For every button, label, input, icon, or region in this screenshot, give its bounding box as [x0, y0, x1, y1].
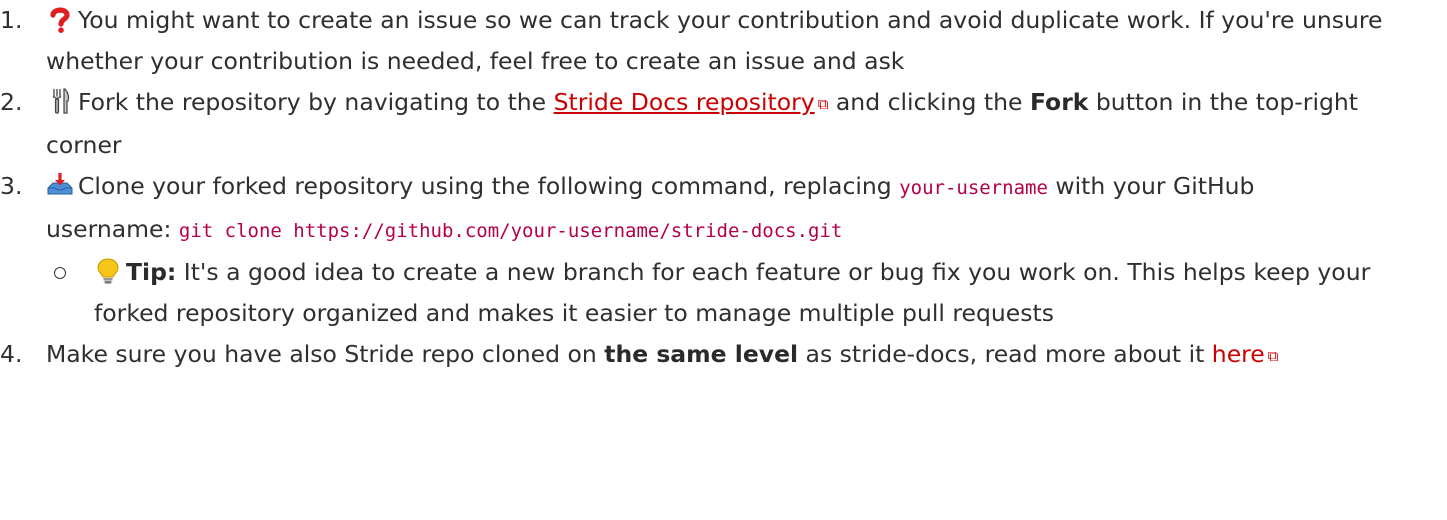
- tip-text: It's a good idea to create a new branch …: [94, 258, 1371, 327]
- item-number: 4.: [0, 340, 23, 368]
- tip-label: Tip:: [126, 258, 177, 286]
- sub-list: Tip: It's a good idea to create a new br…: [46, 252, 1386, 334]
- question-mark-icon: [50, 7, 70, 33]
- lightbulb-icon: [97, 258, 119, 284]
- item-text-before: Clone your forked repository using the f…: [78, 172, 900, 200]
- item-text-after: as stride-docs, read more about it: [798, 340, 1212, 368]
- item-text: You might want to create an issue so we …: [46, 6, 1383, 75]
- stride-docs-repository-link[interactable]: Stride Docs repository: [554, 88, 815, 116]
- bold-fork: Fork: [1029, 88, 1089, 116]
- inbox-tray-icon: [47, 173, 73, 195]
- here-link[interactable]: here: [1212, 340, 1265, 368]
- item-number: 2.: [0, 88, 23, 116]
- tip-item: Tip: It's a good idea to create a new br…: [46, 252, 1386, 334]
- item-number: 1.: [0, 6, 23, 34]
- list-item: 4. Make sure you have also Stride repo c…: [0, 334, 1386, 377]
- item-text-middle: and clicking the: [828, 88, 1030, 116]
- code-git-clone-command: git clone https://github.com/your-userna…: [178, 220, 843, 242]
- item-text-before: Make sure you have also Stride repo clon…: [46, 340, 605, 368]
- list-item: 2. Fork the repository by navigating to …: [0, 82, 1386, 166]
- bold-same-level: the same level: [604, 340, 799, 368]
- list-item: 1. You might want to create an issue so …: [0, 0, 1386, 82]
- bullet-circle: [54, 267, 66, 279]
- item-text-before: Fork the repository by navigating to the: [78, 88, 554, 116]
- code-username: your-username: [899, 177, 1048, 199]
- link-label: Stride Docs repository: [553, 88, 815, 116]
- contribution-steps-list: 1. You might want to create an issue so …: [0, 0, 1447, 377]
- list-item: 3. Clone your forked repository using th…: [0, 166, 1386, 334]
- link-label: here: [1211, 340, 1265, 368]
- external-link-icon: ⧉: [817, 95, 829, 113]
- external-link-icon: ⧉: [1267, 347, 1279, 365]
- fork-and-knife-icon: [52, 88, 70, 114]
- item-number: 3.: [0, 172, 23, 200]
